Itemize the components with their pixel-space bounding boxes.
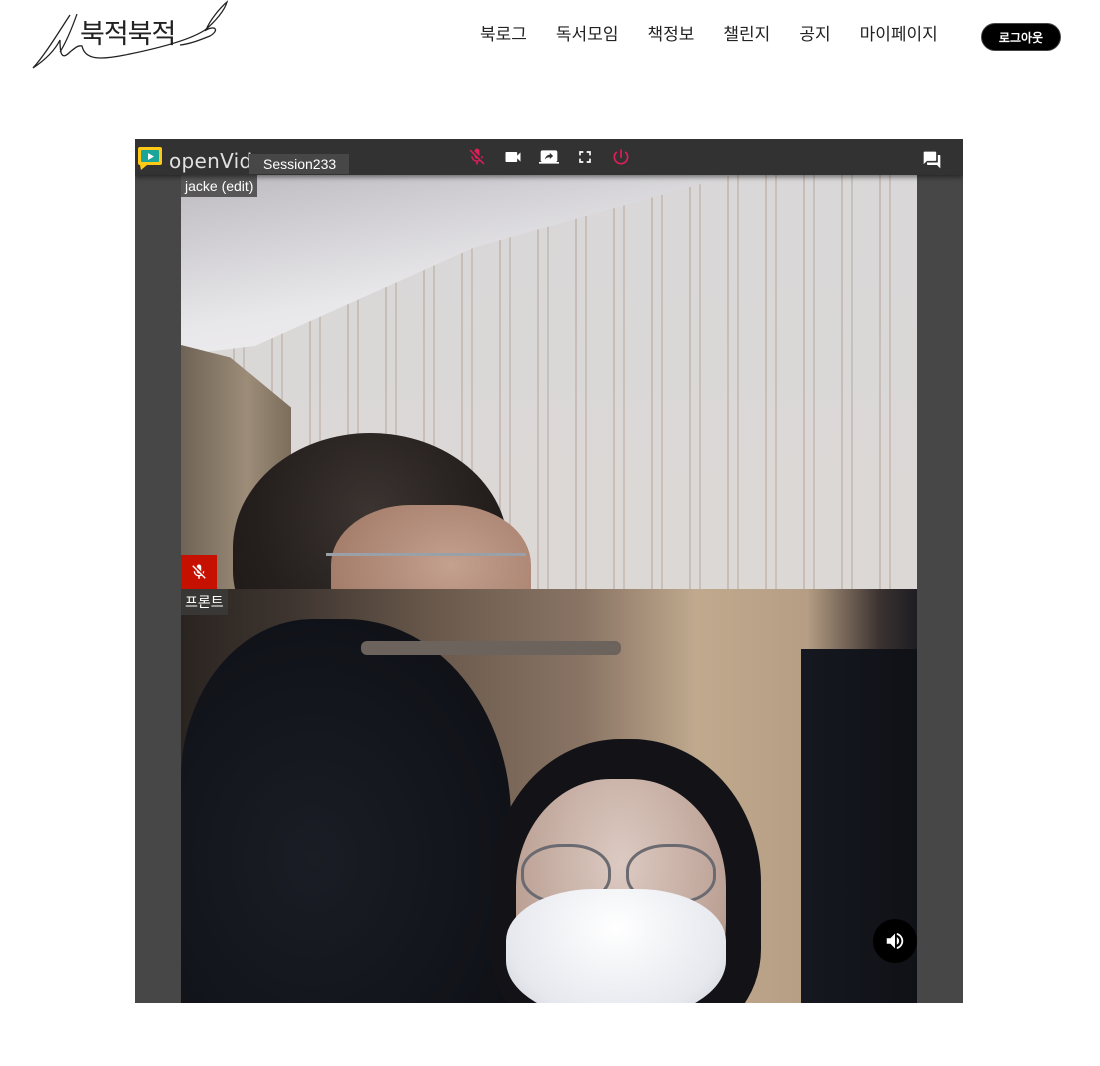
nav-item-book-club[interactable]: 독서모임: [556, 22, 619, 48]
camera-icon: [505, 152, 521, 162]
video-stream-jacke[interactable]: jacke (edit): [181, 175, 917, 589]
site-logo[interactable]: 북적북적: [30, 0, 230, 72]
mute-status-badge: [181, 555, 217, 589]
power-icon: [613, 149, 629, 165]
mic-toggle-button[interactable]: [466, 147, 488, 167]
mic-off-icon: [469, 148, 485, 165]
mic-off-icon: [192, 564, 206, 579]
openvidu-logo: openVidu: [137, 145, 265, 173]
chat-icon: [923, 151, 941, 169]
leave-session-button[interactable]: [610, 147, 632, 167]
fullscreen-button[interactable]: [575, 147, 597, 167]
session-name: Session233: [249, 154, 349, 174]
stream-nickname[interactable]: 프론트: [181, 589, 228, 615]
video-stream-front[interactable]: 프론트: [181, 589, 917, 1003]
site-header: 북적북적 북로그 독서모임 책정보 챌린지 공지 마이페이지 로그아웃: [0, 0, 1100, 80]
nav-item-challenge[interactable]: 챌린지: [723, 22, 770, 48]
fullscreen-icon: [579, 151, 591, 163]
nav-item-book-info[interactable]: 책정보: [647, 22, 694, 48]
nav-item-booklog[interactable]: 북로그: [480, 22, 527, 48]
chat-button[interactable]: [921, 150, 943, 170]
screen-share-button[interactable]: [537, 147, 559, 167]
nav-item-notice[interactable]: 공지: [799, 22, 830, 48]
openvidu-logo-icon: [138, 147, 162, 170]
volume-button[interactable]: [873, 919, 917, 963]
screen-share-icon: [539, 150, 559, 164]
stream-nickname[interactable]: jacke (edit): [181, 175, 258, 197]
video-conference: openVidu Session233 jacke (edit) 프론트: [135, 139, 963, 1003]
video-toolbar: openVidu Session233: [135, 139, 963, 175]
logout-button[interactable]: 로그아웃: [981, 23, 1061, 51]
main-nav: 북로그 독서모임 책정보 챌린지 공지 마이페이지: [480, 22, 967, 48]
camera-toggle-button[interactable]: [502, 147, 524, 167]
nav-item-mypage[interactable]: 마이페이지: [860, 22, 938, 48]
logo-text: 북적북적: [80, 19, 176, 50]
volume-icon: [886, 932, 904, 950]
